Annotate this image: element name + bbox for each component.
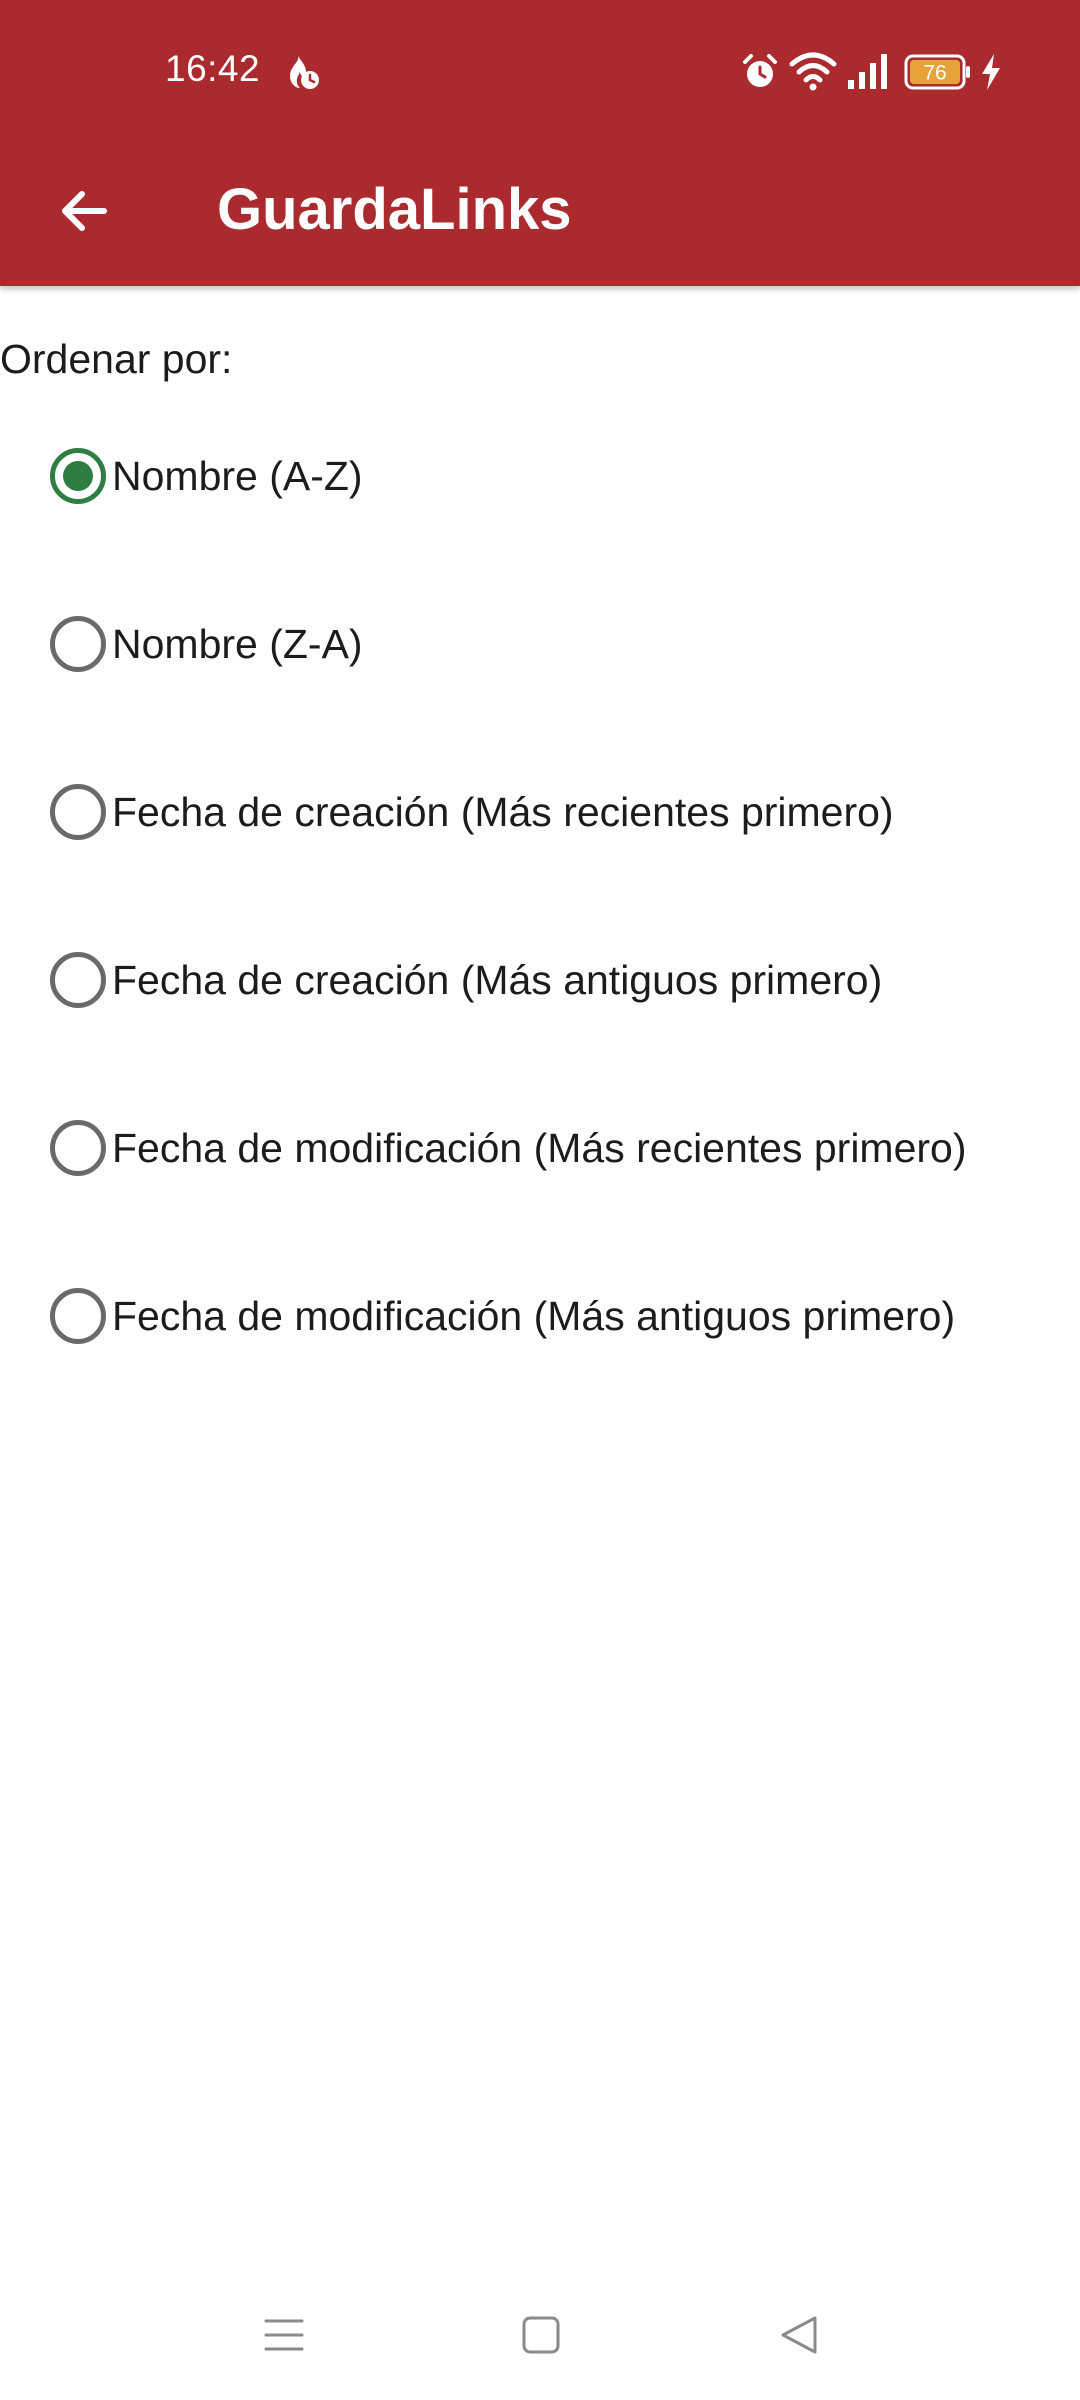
radio-button[interactable] xyxy=(50,1120,106,1176)
option-label: Fecha de creación (Más antiguos primero) xyxy=(112,956,883,1003)
back-button[interactable] xyxy=(40,167,128,255)
flame-clock-icon xyxy=(290,56,319,89)
recents-button[interactable] xyxy=(239,2290,329,2380)
sort-option-created-oldest[interactable]: Fecha de creación (Más antiguos primero) xyxy=(50,925,1050,1035)
home-square-icon xyxy=(522,2316,560,2354)
radio-button[interactable] xyxy=(50,784,106,840)
alarm-icon xyxy=(743,54,777,87)
back-nav-button[interactable] xyxy=(754,2290,844,2380)
radio-button[interactable] xyxy=(50,1288,106,1344)
radio-button[interactable] xyxy=(50,616,106,672)
sort-label: Ordenar por: xyxy=(0,336,233,382)
app-title: GuardaLinks xyxy=(217,177,572,242)
back-triangle-icon xyxy=(781,2316,817,2354)
option-label: Fecha de modificación (Más recientes pri… xyxy=(112,1124,967,1171)
battery-level-text: 76 xyxy=(923,62,946,85)
menu-icon xyxy=(264,2319,304,2351)
battery-icon: 76 xyxy=(904,54,970,90)
home-button[interactable] xyxy=(496,2290,586,2380)
app-bar: GuardaLinks xyxy=(0,145,1080,286)
screen: 16:42 76 GuardaLinks Ordenar por: Nombre… xyxy=(0,0,1080,2400)
system-nav-bar xyxy=(0,2270,1080,2400)
sort-option-name-desc[interactable]: Nombre (Z-A) xyxy=(50,589,1050,699)
sort-option-created-newest[interactable]: Fecha de creación (Más recientes primero… xyxy=(50,757,1050,867)
option-label: Fecha de modificación (Más antiguos prim… xyxy=(112,1292,956,1339)
option-label: Fecha de creación (Más recientes primero… xyxy=(112,788,894,835)
sort-option-modified-newest[interactable]: Fecha de modificación (Más recientes pri… xyxy=(50,1093,1050,1203)
sort-option-name-asc[interactable]: Nombre (A-Z) xyxy=(50,421,1050,531)
status-time: 16:42 xyxy=(165,48,261,89)
option-label: Nombre (A-Z) xyxy=(112,452,363,499)
charging-bolt-icon xyxy=(982,54,1000,90)
option-label: Nombre (Z-A) xyxy=(112,620,363,667)
arrow-back-icon xyxy=(62,191,107,231)
radio-button[interactable] xyxy=(50,952,106,1008)
sort-option-modified-oldest[interactable]: Fecha de modificación (Más antiguos prim… xyxy=(50,1261,1050,1371)
radio-button-checked[interactable] xyxy=(50,448,106,504)
status-bar: 16:42 76 xyxy=(0,0,1080,145)
signal-icon xyxy=(848,54,887,89)
top-app-area: 16:42 76 GuardaLinks xyxy=(0,0,1080,286)
wifi-icon xyxy=(789,52,837,91)
